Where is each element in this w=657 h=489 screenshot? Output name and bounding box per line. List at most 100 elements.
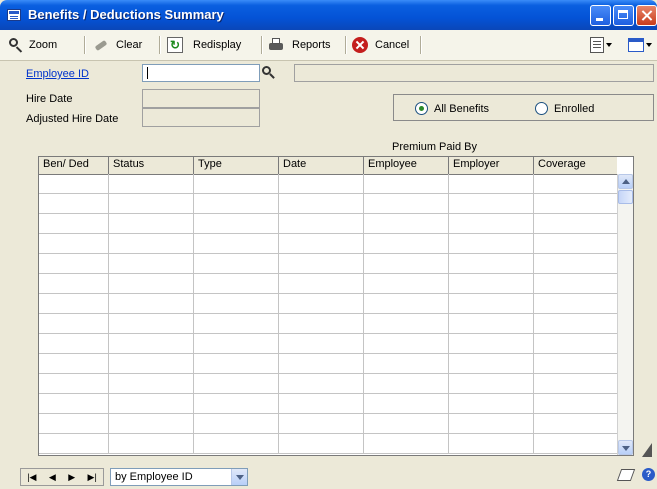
table-cell[interactable] <box>194 294 279 313</box>
help-icon[interactable]: ? <box>642 468 655 481</box>
table-cell[interactable] <box>364 334 449 353</box>
table-cell[interactable] <box>364 174 449 193</box>
table-row[interactable] <box>39 174 617 194</box>
table-cell[interactable] <box>534 394 617 413</box>
table-cell[interactable] <box>194 354 279 373</box>
table-cell[interactable] <box>39 434 109 453</box>
clear-button[interactable]: Clear <box>92 36 142 54</box>
table-row[interactable] <box>39 354 617 374</box>
table-cell[interactable] <box>534 234 617 253</box>
table-cell[interactable] <box>279 414 364 433</box>
table-cell[interactable] <box>534 254 617 273</box>
table-row[interactable] <box>39 434 617 454</box>
table-cell[interactable] <box>279 254 364 273</box>
table-cell[interactable] <box>39 374 109 393</box>
table-cell[interactable] <box>364 274 449 293</box>
table-row[interactable] <box>39 334 617 354</box>
table-cell[interactable] <box>449 234 534 253</box>
scroll-thumb[interactable] <box>618 190 633 204</box>
table-cell[interactable] <box>194 434 279 453</box>
table-cell[interactable] <box>534 214 617 233</box>
minimize-button[interactable] <box>590 5 611 26</box>
table-cell[interactable] <box>364 194 449 213</box>
resize-grip-icon[interactable] <box>642 443 652 457</box>
scroll-down-icon[interactable] <box>618 440 633 455</box>
table-cell[interactable] <box>109 414 194 433</box>
table-cell[interactable] <box>194 194 279 213</box>
cancel-button[interactable]: Cancel <box>352 36 409 54</box>
table-cell[interactable] <box>279 294 364 313</box>
table-cell[interactable] <box>39 194 109 213</box>
table-cell[interactable] <box>109 294 194 313</box>
table-cell[interactable] <box>449 254 534 273</box>
first-record-icon[interactable]: |◀ <box>27 472 36 482</box>
table-cell[interactable] <box>449 294 534 313</box>
table-cell[interactable] <box>449 414 534 433</box>
table-row[interactable] <box>39 254 617 274</box>
table-cell[interactable] <box>39 174 109 193</box>
table-cell[interactable] <box>109 214 194 233</box>
zoom-button[interactable]: Zoom <box>8 36 57 54</box>
table-cell[interactable] <box>194 414 279 433</box>
table-cell[interactable] <box>364 314 449 333</box>
table-row[interactable] <box>39 234 617 254</box>
table-row[interactable] <box>39 274 617 294</box>
table-cell[interactable] <box>449 214 534 233</box>
table-cell[interactable] <box>364 374 449 393</box>
table-cell[interactable] <box>194 174 279 193</box>
table-cell[interactable] <box>109 194 194 213</box>
table-cell[interactable] <box>534 374 617 393</box>
table-cell[interactable] <box>534 274 617 293</box>
table-cell[interactable] <box>109 314 194 333</box>
table-cell[interactable] <box>534 434 617 453</box>
employee-id-input[interactable] <box>142 64 260 82</box>
table-cell[interactable] <box>39 274 109 293</box>
next-record-icon[interactable]: ▶ <box>68 472 75 482</box>
window-menu-button[interactable] <box>628 36 652 54</box>
reports-button[interactable]: Reports <box>268 36 331 54</box>
table-cell[interactable] <box>534 354 617 373</box>
table-cell[interactable] <box>364 254 449 273</box>
table-cell[interactable] <box>534 314 617 333</box>
table-cell[interactable] <box>109 374 194 393</box>
table-cell[interactable] <box>449 314 534 333</box>
table-cell[interactable] <box>194 234 279 253</box>
table-cell[interactable] <box>109 234 194 253</box>
table-row[interactable] <box>39 414 617 434</box>
table-cell[interactable] <box>279 354 364 373</box>
table-cell[interactable] <box>39 294 109 313</box>
document-menu-button[interactable] <box>590 36 612 54</box>
table-cell[interactable] <box>194 274 279 293</box>
table-cell[interactable] <box>279 174 364 193</box>
table-row[interactable] <box>39 214 617 234</box>
table-row[interactable] <box>39 314 617 334</box>
table-row[interactable] <box>39 294 617 314</box>
table-cell[interactable] <box>194 254 279 273</box>
radio-enrolled[interactable]: Enrolled <box>535 102 594 115</box>
chevron-down-icon[interactable] <box>231 469 247 485</box>
last-record-icon[interactable]: ▶| <box>88 472 97 482</box>
table-cell[interactable] <box>449 394 534 413</box>
table-cell[interactable] <box>194 214 279 233</box>
table-cell[interactable] <box>449 354 534 373</box>
table-cell[interactable] <box>194 394 279 413</box>
table-cell[interactable] <box>39 234 109 253</box>
previous-record-icon[interactable]: ◀ <box>49 472 56 482</box>
table-cell[interactable] <box>534 194 617 213</box>
table-cell[interactable] <box>364 354 449 373</box>
close-button[interactable] <box>636 5 657 26</box>
table-cell[interactable] <box>109 354 194 373</box>
table-row[interactable] <box>39 394 617 414</box>
employee-id-link[interactable]: Employee ID <box>26 68 89 80</box>
table-cell[interactable] <box>109 394 194 413</box>
table-cell[interactable] <box>279 194 364 213</box>
table-cell[interactable] <box>39 394 109 413</box>
table-cell[interactable] <box>534 174 617 193</box>
table-cell[interactable] <box>194 314 279 333</box>
table-row[interactable] <box>39 194 617 214</box>
table-cell[interactable] <box>534 334 617 353</box>
sort-by-select[interactable]: by Employee ID <box>110 468 248 486</box>
table-cell[interactable] <box>279 394 364 413</box>
table-cell[interactable] <box>364 234 449 253</box>
table-cell[interactable] <box>364 414 449 433</box>
